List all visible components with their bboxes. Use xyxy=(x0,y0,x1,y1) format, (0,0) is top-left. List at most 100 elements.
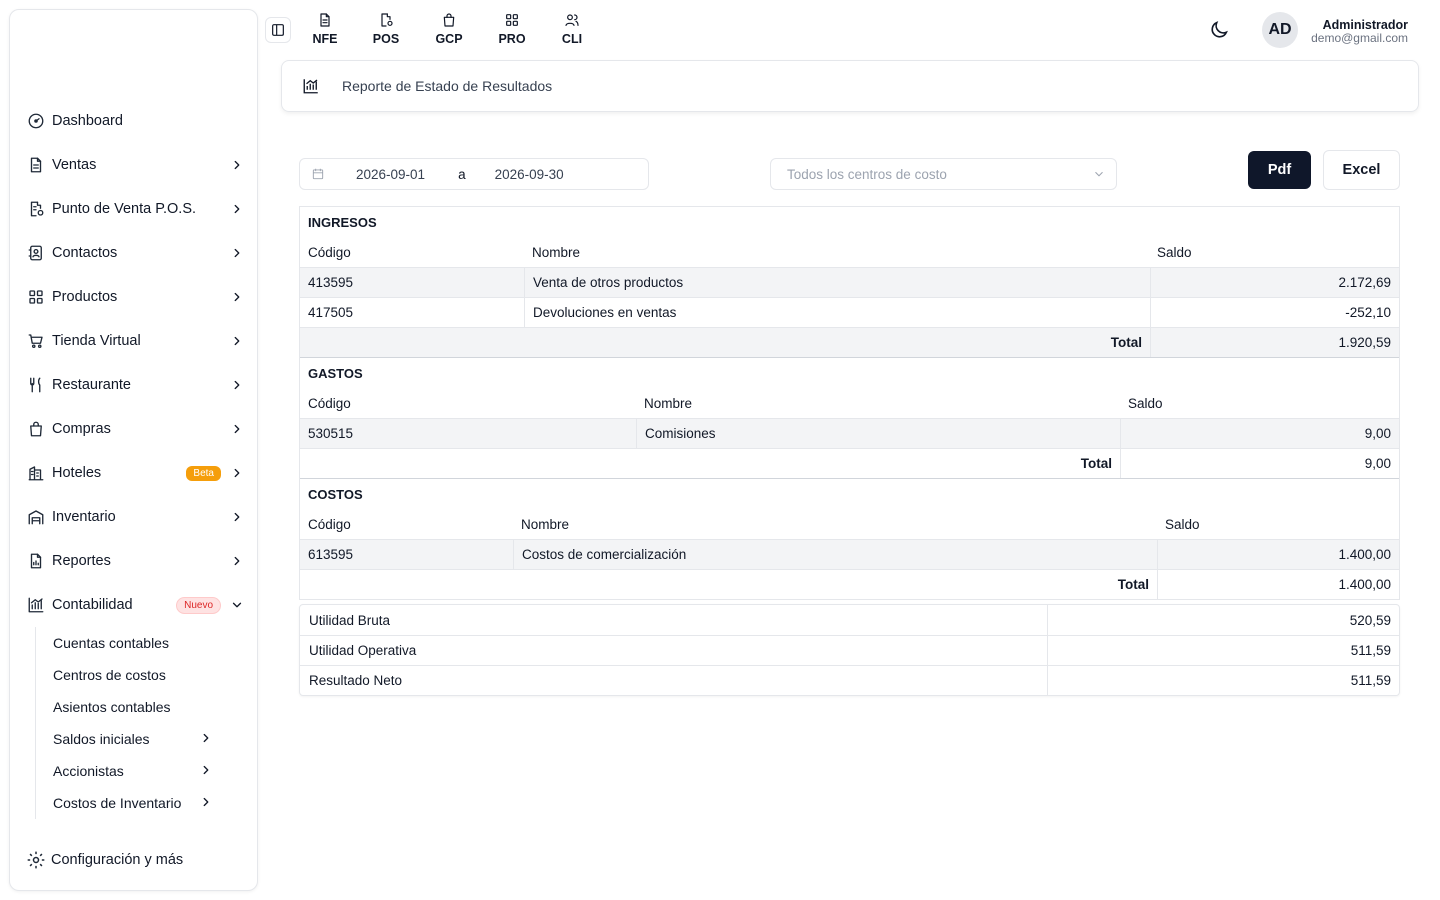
total-value: 9,00 xyxy=(1120,449,1399,478)
subitem-label: Accionistas xyxy=(53,763,124,779)
sidebar-subitem-accionistas[interactable]: Accionistas xyxy=(53,755,257,787)
summary-value: 511,59 xyxy=(1047,666,1399,695)
warehouse-icon xyxy=(26,507,46,527)
cost-center-placeholder: Todos los centros de costo xyxy=(787,166,947,182)
module-nfe-button[interactable]: NFE xyxy=(305,12,345,46)
module-label: GCP xyxy=(435,32,463,46)
hotel-icon xyxy=(26,463,46,483)
account-code: 613595 xyxy=(308,547,354,562)
table-row: 613595 Costos de comercialización 1.400,… xyxy=(300,539,1399,569)
avatar[interactable]: AD xyxy=(1262,12,1298,48)
utensils-icon xyxy=(26,375,46,395)
excel-button[interactable]: Excel xyxy=(1323,150,1400,190)
configuracion-button[interactable]: Configuración y más xyxy=(26,850,183,870)
sidebar-subitem-cuentas-contables[interactable]: Cuentas contables xyxy=(53,627,257,659)
summary-label: Resultado Neto xyxy=(309,673,403,688)
module-pro-button[interactable]: PRO xyxy=(492,12,532,46)
document-icon xyxy=(320,13,330,27)
account-name: Venta de otros productos xyxy=(524,268,1150,297)
chevron-right-icon xyxy=(199,731,213,748)
sidebar-item-inventario[interactable]: Inventario xyxy=(10,495,257,539)
sidebar-toggle-button[interactable] xyxy=(265,17,291,43)
total-row: Total 9,00 xyxy=(300,448,1399,478)
subitem-label: Cuentas contables xyxy=(53,635,169,651)
account-name: Comisiones xyxy=(636,419,1120,448)
account-saldo: -252,10 xyxy=(1150,298,1399,327)
cost-center-select[interactable]: Todos los centros de costo xyxy=(770,158,1117,190)
account-name: Costos de comercialización xyxy=(513,540,1157,569)
module-label: POS xyxy=(372,32,400,46)
subitem-label: Centros de costos xyxy=(53,667,166,683)
sidebar-item-pos[interactable]: Punto de Venta P.O.S. xyxy=(10,187,257,231)
column-header: Saldo xyxy=(1165,516,1200,532)
table-row: 417505 Devoluciones en ventas -252,10 xyxy=(300,297,1399,327)
user-name: Administrador xyxy=(1322,18,1408,32)
sidebar-item-contactos[interactable]: Contactos xyxy=(10,231,257,275)
users-icon xyxy=(565,14,579,26)
contacts-icon xyxy=(26,243,46,263)
grid-icon xyxy=(26,287,46,307)
sidebar-item-ventas[interactable]: Ventas xyxy=(10,143,257,187)
date-to[interactable]: 2026-09-30 xyxy=(495,167,564,182)
pdf-button[interactable]: Pdf xyxy=(1248,151,1311,189)
module-pos-button[interactable]: POS xyxy=(366,12,406,46)
sidebar-item-restaurante[interactable]: Restaurante xyxy=(10,363,257,407)
sidebar-item-label: Restaurante xyxy=(52,377,131,393)
pos-receipt-icon xyxy=(26,199,46,219)
sidebar-item-hoteles[interactable]: Hoteles Beta xyxy=(10,451,257,495)
shopping-bag-icon xyxy=(443,13,455,27)
sidebar-subitem-asientos-contables[interactable]: Asientos contables xyxy=(53,691,257,723)
sidebar-item-dashboard[interactable]: Dashboard xyxy=(10,99,257,143)
sidebar-subitem-saldos-iniciales[interactable]: Saldos iniciales xyxy=(53,723,257,755)
subitem-label: Asientos contables xyxy=(53,699,171,715)
table-row: 413595 Venta de otros productos 2.172,69 xyxy=(300,267,1399,297)
subitem-label: Costos de Inventario xyxy=(53,795,182,811)
chevron-right-icon xyxy=(229,421,245,437)
account-name: Devoluciones en ventas xyxy=(524,298,1150,327)
chevron-down-icon xyxy=(229,597,245,613)
account-code: 530515 xyxy=(308,426,354,441)
sidebar-item-productos[interactable]: Productos xyxy=(10,275,257,319)
total-label: Total xyxy=(1117,577,1149,592)
grid-icon xyxy=(506,14,518,26)
module-cli-button[interactable]: CLI xyxy=(552,12,592,46)
column-header: Código xyxy=(308,395,351,411)
sidebar-item-reportes[interactable]: Reportes xyxy=(10,539,257,583)
chart-icon xyxy=(26,595,46,615)
date-from[interactable]: 2026-09-01 xyxy=(356,167,425,182)
account-saldo: 2.172,69 xyxy=(1150,268,1399,297)
total-value: 1.920,59 xyxy=(1150,328,1399,357)
sidebar-item-label: Contabilidad xyxy=(52,597,133,613)
report-table: INGRESOS Código Nombre Saldo 413595 Vent… xyxy=(299,206,1400,600)
panel-left-icon xyxy=(272,24,284,36)
sidebar-item-tienda-virtual[interactable]: Tienda Virtual xyxy=(10,319,257,363)
page-header: Reporte de Estado de Resultados xyxy=(281,60,1419,112)
sidebar-item-contabilidad[interactable]: Contabilidad Nuevo xyxy=(10,583,257,627)
pos-receipt-icon xyxy=(381,13,393,27)
column-header: Nombre xyxy=(521,516,570,532)
chart-icon xyxy=(303,79,318,94)
chevron-right-icon xyxy=(229,553,245,569)
user-info[interactable]: Administrador demo@gmail.com xyxy=(1311,18,1408,45)
summary-row: Resultado Neto 511,59 xyxy=(300,665,1399,695)
gastos-section: GASTOS Código Nombre Saldo 530515 Comisi… xyxy=(300,358,1399,479)
total-row: Total 1.400,00 xyxy=(300,569,1399,599)
chevron-right-icon xyxy=(229,509,245,525)
date-separator: a xyxy=(458,166,466,182)
sidebar-subitem-centros-de-costos[interactable]: Centros de costos xyxy=(53,659,257,691)
chevron-down-icon xyxy=(1092,167,1106,184)
document-icon xyxy=(26,155,46,175)
theme-toggle-button[interactable] xyxy=(1208,19,1230,41)
sidebar-subitem-costos-de-inventario[interactable]: Costos de Inventario xyxy=(53,787,257,819)
sidebar-item-compras[interactable]: Compras xyxy=(10,407,257,451)
table-header: Código Nombre Saldo xyxy=(300,237,1399,267)
ingresos-section: INGRESOS Código Nombre Saldo 413595 Vent… xyxy=(300,207,1399,358)
sidebar-item-label: Productos xyxy=(52,289,118,305)
sidebar-item-label: Hoteles xyxy=(52,465,102,481)
section-title: COSTOS xyxy=(308,486,363,502)
date-range-picker[interactable]: 2026-09-01 a 2026-09-30 xyxy=(299,158,649,190)
module-gcp-button[interactable]: GCP xyxy=(429,12,469,46)
summary-label: Utilidad Operativa xyxy=(309,643,417,658)
account-saldo: 1.400,00 xyxy=(1157,540,1399,569)
sidebar: Dashboard Ventas Punto de Venta P.O.S. C… xyxy=(9,9,258,891)
